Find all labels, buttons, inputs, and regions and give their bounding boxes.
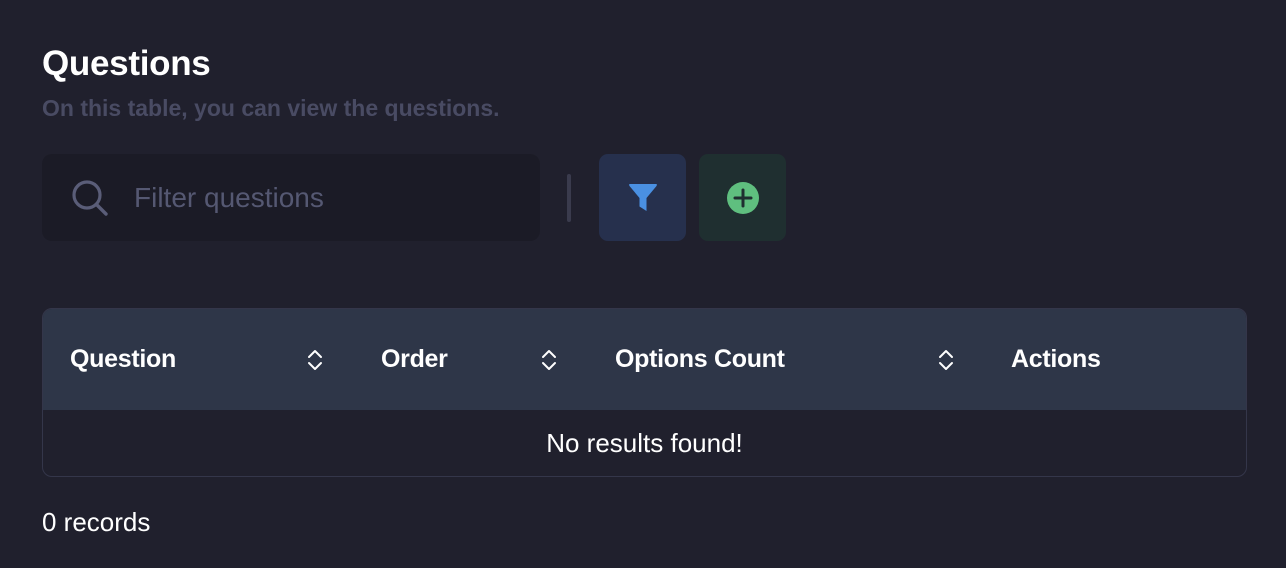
records-count: 0 records <box>42 507 151 537</box>
column-header-actions: Actions <box>1011 309 1101 410</box>
filter-button[interactable] <box>599 154 686 241</box>
sort-icon[interactable] <box>305 348 325 372</box>
column-label: Options Count <box>615 345 785 373</box>
column-header-question[interactable]: Question <box>70 309 176 410</box>
search-icon <box>72 180 108 216</box>
questions-table: Question Order Options Count Actions No … <box>42 308 1247 477</box>
column-header-order[interactable]: Order <box>381 309 448 410</box>
search-input[interactable] <box>134 172 524 224</box>
column-header-options-count[interactable]: Options Count <box>615 309 785 410</box>
column-label: Actions <box>1011 345 1101 373</box>
add-question-button[interactable] <box>699 154 786 241</box>
empty-state-message: No results found! <box>546 428 743 458</box>
sort-icon[interactable] <box>539 348 559 372</box>
plus-circle-icon <box>726 181 759 214</box>
page-subtitle: On this table, you can view the question… <box>42 95 500 121</box>
questions-page: Questions On this table, you can view th… <box>0 0 1286 568</box>
toolbar-divider <box>567 174 571 222</box>
column-label: Order <box>381 345 448 373</box>
column-label: Question <box>70 345 176 373</box>
toolbar <box>42 154 802 242</box>
funnel-icon <box>628 183 657 211</box>
table-header-row: Question Order Options Count Actions <box>43 309 1246 410</box>
sort-icon[interactable] <box>936 348 956 372</box>
page-title: Questions <box>42 44 211 83</box>
search-box[interactable] <box>42 154 540 241</box>
